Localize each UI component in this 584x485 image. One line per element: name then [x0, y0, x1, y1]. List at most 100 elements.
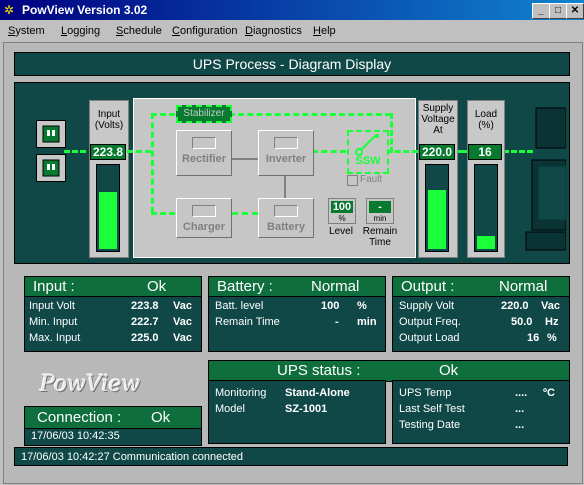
output-panel-status: Normal	[499, 278, 548, 295]
remain-time-label: Remain Time	[215, 316, 280, 328]
connection-time-box: 17/06/03 10:42:35	[24, 428, 202, 446]
battery-label: Battery	[267, 221, 305, 233]
output-freq-label: Output Freq.	[399, 316, 461, 328]
menu-logging[interactable]: Logging	[61, 25, 100, 37]
input-label: Input	[97, 109, 121, 120]
path-line	[232, 158, 258, 160]
supply-label-line1: Supply	[422, 103, 454, 114]
input-gauge-fill	[99, 192, 117, 249]
output-panel-title: Output :	[401, 278, 455, 295]
input-panel: Input Volt 223.8 Vac Min. Input 222.7 Va…	[24, 296, 202, 352]
ups-status-header: UPS status : Ok	[208, 360, 570, 382]
load-unit-label: (%)	[478, 120, 494, 131]
path-line	[312, 150, 346, 153]
path-line	[127, 150, 151, 153]
input-panel-title: Input :	[33, 278, 75, 295]
monitoring-value: Stand-Alone	[285, 387, 350, 399]
minimize-button[interactable]: _	[532, 3, 550, 19]
close-button[interactable]: ✕	[566, 3, 584, 19]
max-input-value: 225.0	[131, 332, 159, 344]
path-line	[151, 113, 175, 116]
input-value: 223.8	[90, 144, 126, 160]
app-icon[interactable]: ✲	[4, 3, 18, 17]
load-gauge-fill	[477, 236, 495, 249]
min-input-value: 222.7	[131, 316, 159, 328]
outlet-icon	[36, 120, 66, 148]
menu-schedule[interactable]: Schedule	[116, 25, 162, 37]
remain-label: Remain Time	[362, 226, 398, 248]
input-gauge	[96, 164, 120, 252]
battery-panel-status: Normal	[311, 278, 360, 295]
path-line	[151, 212, 175, 215]
battery-panel-title: Battery :	[217, 278, 273, 295]
battery-panel: Batt. level 100 % Remain Time - min	[208, 296, 386, 352]
supply-volt-value: 220.0	[501, 300, 529, 312]
input-panel-header: Input : Ok	[24, 276, 202, 298]
input-line	[64, 150, 86, 153]
battery-panel-header: Battery : Normal	[208, 276, 386, 298]
path-line	[232, 212, 258, 215]
testing-date-value: ...	[515, 419, 525, 431]
stabilizer-block[interactable]: Stabilizer	[176, 105, 232, 123]
path-line	[390, 113, 393, 153]
ssw-block[interactable]: SSW	[347, 130, 389, 174]
output-freq-value: 50.0	[511, 316, 533, 328]
level-unit: %	[338, 214, 346, 223]
rectifier-block[interactable]: Rectifier	[176, 130, 232, 176]
monitoring-label: Monitoring	[215, 387, 267, 399]
max-input-unit: Vac	[173, 332, 192, 344]
ups-status-value: Ok	[439, 362, 459, 379]
level-indicator: 100 %	[328, 198, 356, 224]
menu-configuration[interactable]: Configuration	[172, 25, 237, 37]
output-load-unit: %	[547, 332, 557, 344]
ups-temp-label: UPS Temp	[399, 387, 452, 399]
input-volt-value: 223.8	[131, 300, 159, 312]
max-input-label: Max. Input	[29, 332, 81, 344]
connection-status: Ok	[151, 409, 171, 426]
level-label: Level	[329, 226, 353, 237]
supply-volt-label: Supply Volt	[399, 300, 455, 312]
batt-level-value: 100	[321, 300, 340, 312]
charger-block[interactable]: Charger	[176, 198, 232, 238]
menu-diagnostics[interactable]: Diagnostics	[245, 25, 302, 37]
output-panel: Supply Volt 220.0 Vac Output Freq. 50.0 …	[392, 296, 570, 352]
supply-gauge-fill	[428, 190, 446, 249]
min-input-unit: Vac	[173, 316, 192, 328]
connection-title: Connection :	[37, 409, 122, 426]
input-volt-label: Input Volt	[29, 300, 75, 312]
inverter-block[interactable]: Inverter	[258, 130, 314, 176]
remain-label-line1: Remain	[362, 226, 398, 237]
path-line	[284, 176, 286, 198]
page-title: UPS Process - Diagram Display	[14, 52, 570, 76]
ups-status-title: UPS status :	[277, 362, 361, 379]
battery-block[interactable]: Battery	[258, 198, 314, 238]
load-gauge	[474, 164, 498, 252]
maximize-button[interactable]: □	[549, 3, 567, 19]
output-panel-header: Output : Normal	[392, 276, 570, 298]
remain-unit: min	[373, 214, 387, 223]
path-line	[457, 150, 467, 153]
remain-time-unit: min	[357, 316, 377, 328]
charger-label: Charger	[182, 221, 226, 233]
menu-bar: System Logging Schedule Configuration Di…	[0, 20, 584, 42]
menu-system[interactable]: System	[8, 25, 45, 37]
model-label: Model	[215, 403, 245, 415]
supply-volt-unit: Vac	[541, 300, 560, 312]
inverter-label: Inverter	[265, 153, 307, 165]
supply-value: 220.0	[419, 144, 455, 160]
window-title: PowView Version 3.02	[22, 3, 148, 17]
rectifier-label: Rectifier	[181, 153, 227, 165]
input-unit-label: (Volts)	[94, 120, 124, 131]
testing-date-label: Testing Date	[399, 419, 461, 431]
path-line	[386, 150, 418, 153]
computer-icon	[512, 100, 567, 258]
menu-help[interactable]: Help	[313, 25, 336, 37]
load-label: Load	[474, 109, 498, 120]
self-test-value: ...	[515, 403, 525, 415]
fault-checkbox[interactable]	[347, 175, 358, 186]
ups-test-panel: UPS Temp .... ºC Last Self Test ... Test…	[392, 380, 570, 444]
connection-header: Connection : Ok	[24, 406, 202, 430]
output-load-value: 16	[527, 332, 540, 344]
min-input-label: Min. Input	[29, 316, 78, 328]
model-value: SZ-1001	[285, 403, 328, 415]
